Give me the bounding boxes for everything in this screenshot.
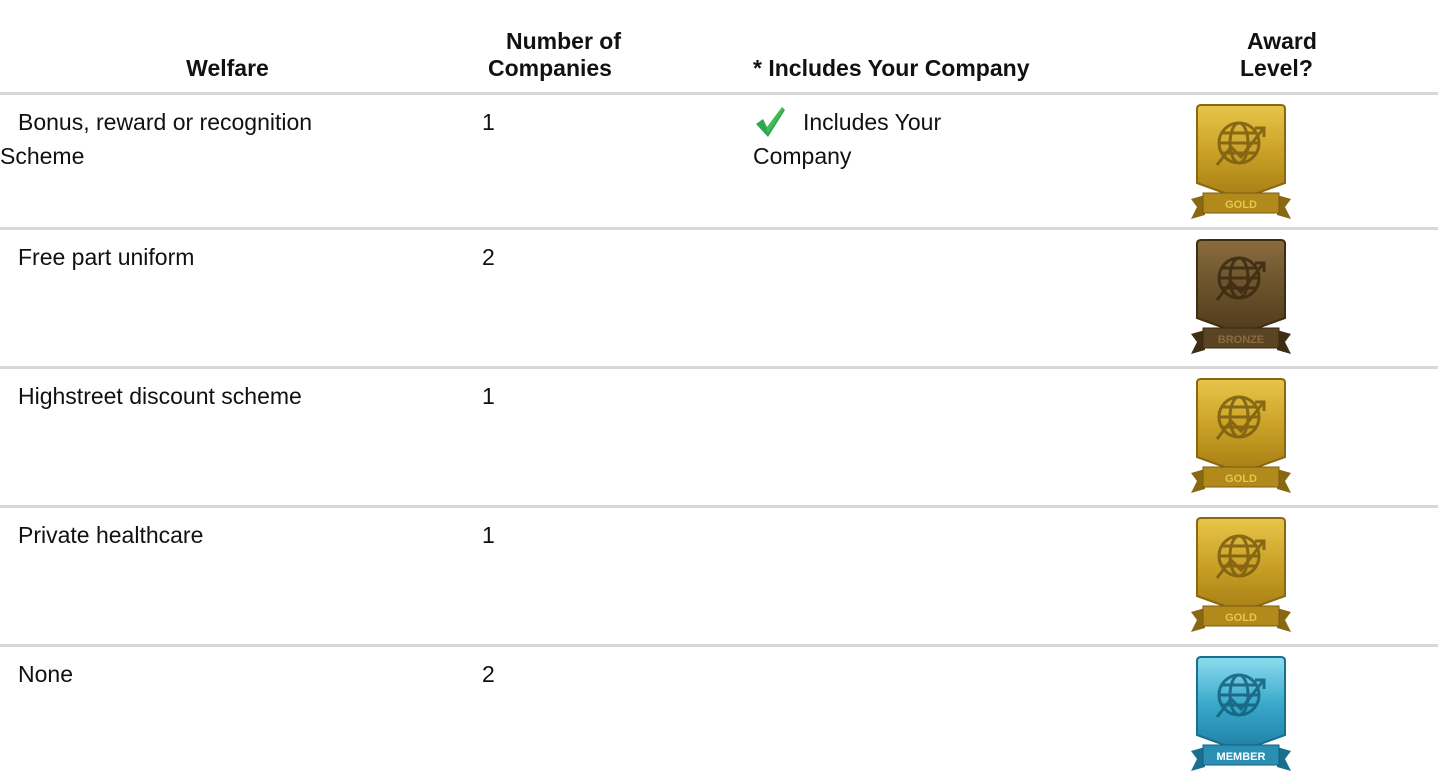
gold-badge-icon: GOLD xyxy=(1191,377,1291,493)
award-cell: GOLD xyxy=(1191,91,1438,228)
table-row: Free part uniform 2 BRONZE xyxy=(0,226,1438,367)
welfare-cell: Bonus, reward or recognition Scheme xyxy=(0,91,455,228)
badge-label: MEMBER xyxy=(1217,751,1266,763)
badge-label: GOLD xyxy=(1225,199,1257,211)
header-welfare: Welfare xyxy=(186,54,269,81)
welfare-cell: Highstreet discount scheme xyxy=(0,365,455,506)
company-count: 1 xyxy=(455,91,715,228)
welfare-cell: Private healthcare xyxy=(0,504,455,645)
includes-cell xyxy=(715,226,1210,367)
includes-cell xyxy=(715,643,1210,784)
gold-badge-icon: GOLD xyxy=(1191,516,1291,632)
check-icon xyxy=(756,106,785,137)
includes-cell xyxy=(715,365,1210,506)
table-row: None 2 MEMBER xyxy=(0,643,1438,784)
welfare-cell: None xyxy=(0,643,455,784)
bronze-badge-icon: BRONZE xyxy=(1191,238,1291,354)
award-cell: MEMBER xyxy=(1191,643,1438,784)
includes-cell xyxy=(715,504,1210,645)
award-cell: BRONZE xyxy=(1191,226,1438,367)
table-row: Bonus, reward or recognition Scheme 1 In… xyxy=(0,91,1438,228)
company-count: 2 xyxy=(455,643,715,784)
header-row: Welfare Number of Companies * Includes Y… xyxy=(0,0,1438,93)
header-number-of-companies: Number of Companies xyxy=(488,27,621,81)
award-cell: GOLD xyxy=(1191,365,1438,506)
welfare-cell: Free part uniform xyxy=(0,226,455,367)
company-count: 1 xyxy=(455,504,715,645)
member-badge-icon: MEMBER xyxy=(1191,655,1291,771)
badge-label: BRONZE xyxy=(1218,334,1264,346)
includes-cell: Includes Your Company xyxy=(715,91,1210,228)
welfare-table: Welfare Number of Companies * Includes Y… xyxy=(0,0,1438,784)
company-count: 1 xyxy=(455,365,715,506)
badge-label: GOLD xyxy=(1225,473,1257,485)
badge-label: GOLD xyxy=(1225,612,1257,624)
award-cell: GOLD xyxy=(1191,504,1438,645)
company-count: 2 xyxy=(455,226,715,367)
gold-badge-icon: GOLD xyxy=(1191,103,1291,219)
header-includes-your-company: * Includes Your Company xyxy=(753,54,1030,81)
table-row: Private healthcare 1 GOLD xyxy=(0,504,1438,645)
table-row: Highstreet discount scheme 1 GOLD xyxy=(0,365,1438,506)
header-award-level: Award Level? xyxy=(1240,27,1317,81)
